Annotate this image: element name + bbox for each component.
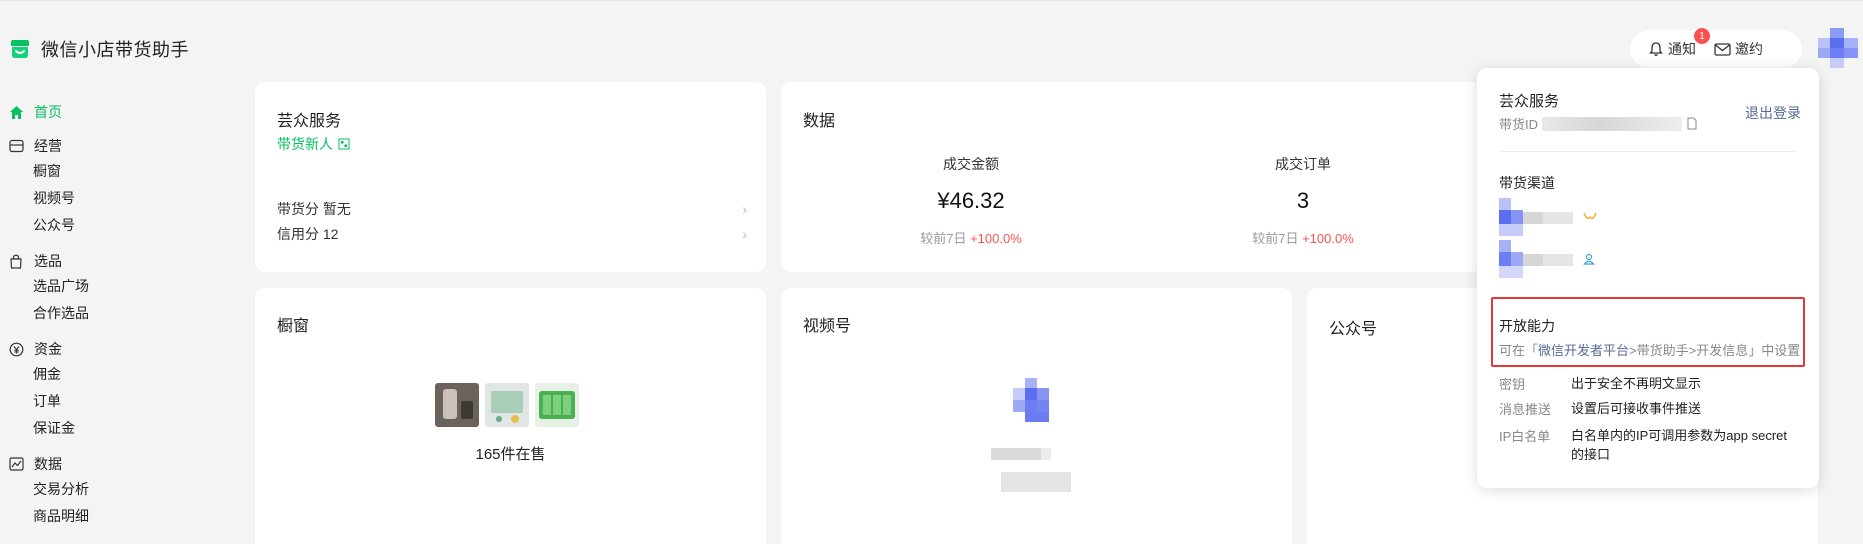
metric-compare: 较前7日 +100.0%	[1252, 231, 1354, 246]
newbie-tag-label: 带货新人	[277, 136, 333, 152]
sidebar-item-product-plaza[interactable]: 选品广场	[0, 273, 220, 300]
sidebar-item-gzh[interactable]: 公众号	[0, 212, 220, 239]
sidebar-item-coop-selection[interactable]: 合作选品	[0, 300, 220, 327]
product-thumbnails	[435, 383, 579, 427]
metric-orders[interactable]: 成交订单 3 较前7日 +100.0%	[1213, 154, 1393, 247]
video-channel-icon	[1583, 212, 1597, 220]
sidebar-item-home[interactable]: 首页	[0, 100, 220, 124]
user-avatar[interactable]	[1818, 28, 1858, 68]
sidebar-item-orders[interactable]: 订单	[0, 388, 220, 415]
notify-label: 通知	[1668, 41, 1696, 57]
person-icon	[1583, 253, 1595, 265]
invite-button[interactable]: 邀约	[1714, 39, 1763, 59]
sidebar-item-showcase[interactable]: 橱窗	[0, 158, 220, 185]
sidebar-group-funds[interactable]: 资金	[0, 337, 220, 361]
account-card-title: 芸众服务	[277, 113, 342, 130]
data-card: 数据 成交金额 ¥46.32 较前7日 +100.0% 成交订单 3 较前7日 …	[781, 82, 1481, 272]
product-thumbnail	[485, 383, 529, 427]
blurred-id	[1542, 116, 1683, 131]
home-icon	[8, 104, 24, 120]
channel-row[interactable]	[1499, 240, 1595, 278]
gzh-card-title: 公众号	[1329, 321, 1378, 338]
video-channel-avatar	[1013, 378, 1049, 422]
channel-row[interactable]	[1499, 198, 1597, 236]
field-value: 出于安全不再明文显示	[1571, 376, 1702, 391]
showcase-card[interactable]: 橱窗 165件在售	[255, 288, 766, 544]
bell-icon	[1649, 42, 1663, 56]
dev-platform-link[interactable]: 微信开发者平台	[1538, 343, 1629, 358]
sidebar-group-label: 选品	[34, 253, 62, 269]
sidebar-group-operation[interactable]: 经营	[0, 134, 220, 158]
sidebar-group-data[interactable]: 数据	[0, 452, 220, 476]
data-card-title: 数据	[803, 113, 836, 130]
app-logo[interactable]: 微信小店带货助手	[8, 36, 189, 62]
sales-score-row[interactable]: 带货分 暂无 ›	[277, 199, 747, 219]
sidebar-group-label: 经营	[34, 138, 62, 154]
account-popover: 芸众服务 带货ID 退出登录 带货渠道 开放能力 可在「微信开发者平台>带货助手…	[1477, 68, 1819, 488]
notify-badge: 1	[1694, 28, 1710, 44]
bag-icon	[8, 253, 24, 269]
field-ip-whitelist: IP白名单 白名单内的IP可调用参数为app secret的接口	[1499, 426, 1799, 464]
mail-icon	[1714, 42, 1731, 56]
field-push: 消息推送 设置后可接收事件推送	[1499, 399, 1799, 418]
account-card: 芸众服务 带货新人 带货分 暂无 › 信用分 12 ›	[255, 82, 766, 272]
field-value: 设置后可接收事件推送	[1571, 401, 1702, 416]
store-icon	[8, 138, 24, 154]
invite-label: 邀约	[1735, 41, 1763, 57]
chart-icon	[8, 456, 24, 472]
sidebar-group-label: 数据	[34, 456, 62, 472]
blurred-channel-name	[991, 448, 1071, 492]
metric-compare: 较前7日 +100.0%	[920, 231, 1022, 246]
copy-icon[interactable]	[1686, 117, 1698, 130]
video-card-title: 视频号	[803, 318, 852, 335]
open-capability-desc: 可在「微信开发者平台>带货助手>开发信息」中设置	[1499, 343, 1801, 358]
field-key: 消息推送	[1499, 402, 1552, 417]
credit-score-row[interactable]: 信用分 12 ›	[277, 224, 747, 244]
popover-account-id: 带货ID	[1499, 114, 1698, 133]
popover-divider	[1499, 151, 1797, 152]
sidebar-item-product-detail[interactable]: 商品明细	[0, 503, 220, 530]
field-value: 白名单内的IP可调用参数为app secret的接口	[1571, 428, 1787, 462]
yen-icon	[8, 341, 24, 357]
metric-label: 成交订单	[1275, 156, 1331, 172]
sidebar-group-selection[interactable]: 选品	[0, 249, 220, 273]
product-thumbnail	[435, 383, 479, 427]
sidebar-item-commission[interactable]: 佣金	[0, 361, 220, 388]
popover-id-label: 带货ID	[1499, 117, 1539, 132]
app-title: 微信小店带货助手	[41, 40, 189, 60]
metric-value: ¥46.32	[937, 188, 1005, 213]
video-channel-card[interactable]: 视频号	[781, 288, 1292, 544]
chevron-right-icon: ›	[742, 201, 747, 217]
field-key: IP白名单	[1499, 429, 1551, 444]
sales-score-text: 带货分 暂无	[277, 201, 351, 217]
metric-gmv[interactable]: 成交金额 ¥46.32 较前7日 +100.0%	[881, 154, 1061, 247]
showcase-card-title: 橱窗	[277, 318, 310, 335]
sidebar-home-label: 首页	[34, 104, 62, 120]
field-secret: 密钥 出于安全不再明文显示	[1499, 374, 1799, 393]
sidebar-item-trade-analysis[interactable]: 交易分析	[0, 476, 220, 503]
chevron-right-icon: ›	[742, 226, 747, 242]
popover-account-name: 芸众服务	[1499, 93, 1560, 110]
top-actions-bar: 通知 1 邀约	[1630, 28, 1802, 68]
sidebar-item-deposit[interactable]: 保证金	[0, 415, 220, 442]
field-key: 密钥	[1499, 377, 1526, 392]
credit-score-text: 信用分 12	[277, 226, 339, 242]
metric-label: 成交金额	[943, 156, 999, 172]
channel-avatar	[1499, 198, 1573, 236]
sidebar: 首页 经营 橱窗 视频号 公众号 选品 选品广场 合作选品 资金 佣金 订单 保…	[0, 100, 220, 530]
metric-value: 3	[1296, 188, 1310, 213]
channel-avatar	[1499, 240, 1573, 278]
open-capability-title: 开放能力	[1499, 318, 1555, 334]
qrcode-icon	[338, 138, 350, 150]
sidebar-item-video[interactable]: 视频号	[0, 185, 220, 212]
shop-logo-icon	[11, 40, 29, 58]
product-thumbnail	[535, 383, 579, 427]
newbie-tag[interactable]: 带货新人	[277, 134, 350, 154]
channels-title: 带货渠道	[1499, 175, 1555, 191]
on-sale-count: 165件在售	[475, 446, 546, 463]
logout-link[interactable]: 退出登录	[1745, 103, 1801, 123]
notify-button[interactable]: 通知 1	[1648, 28, 1710, 59]
sidebar-group-label: 资金	[34, 341, 62, 357]
top-divider	[0, 0, 1863, 1]
